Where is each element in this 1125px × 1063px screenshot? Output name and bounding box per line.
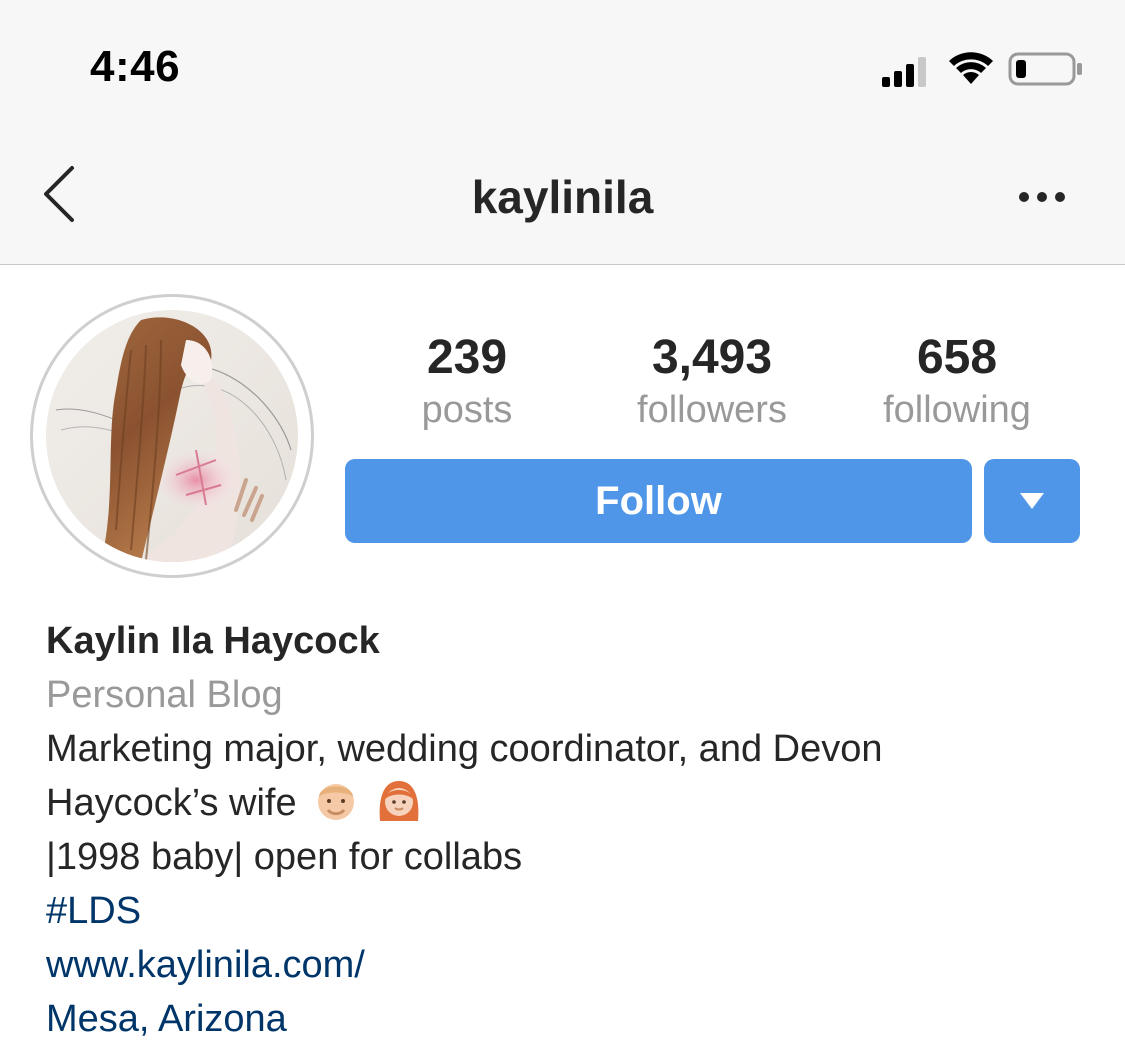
wifi-icon	[949, 52, 993, 84]
location-link[interactable]: Mesa, Arizona	[46, 992, 1106, 1046]
stat-posts[interactable]: 239 posts	[367, 330, 567, 434]
bio-line-3: |1998 baby| open for collabs	[46, 836, 523, 878]
website-link[interactable]: www.kaylinila.com/	[46, 938, 1106, 992]
more-horizontal-icon[interactable]	[1014, 180, 1070, 214]
followers-label: followers	[637, 389, 787, 431]
avatar[interactable]	[46, 310, 298, 562]
cellular-signal-icon	[882, 57, 926, 87]
bio-line-1: Marketing major, wedding coordinator, an…	[46, 728, 883, 770]
stat-followers[interactable]: 3,493 followers	[612, 330, 812, 434]
posts-count: 239	[426, 331, 508, 384]
woman-emoji-icon	[379, 781, 419, 821]
man-emoji-icon	[318, 784, 355, 820]
follow-button[interactable]: Follow	[345, 459, 972, 543]
profile-screen: 4:46 kaylinila 239 posts 3,493 followers…	[0, 0, 1125, 1063]
profile-full-name: Kaylin Ila Haycock	[46, 620, 380, 662]
status-time: 4:46	[90, 42, 181, 91]
following-count: 658	[916, 331, 998, 384]
stat-following[interactable]: 658 following	[857, 330, 1057, 434]
posts-label: posts	[421, 389, 513, 431]
top-bar: 4:46 kaylinila	[0, 0, 1125, 265]
battery-low-icon	[1008, 52, 1082, 86]
bio-line-2-text: Haycock’s wife	[46, 782, 297, 824]
profile-bio: Kaylin Ila Haycock Personal Blog Marketi…	[46, 614, 1106, 1046]
followers-count: 3,493	[651, 331, 773, 384]
caret-down-icon	[1020, 493, 1044, 509]
profile-category: Personal Blog	[46, 674, 283, 716]
suggested-accounts-dropdown-button[interactable]	[984, 459, 1080, 543]
following-label: following	[883, 389, 1031, 431]
bio-line-2: Haycock’s wife	[46, 776, 1106, 830]
hashtag-link[interactable]: #LDS	[46, 884, 1106, 938]
page-title: kaylinila	[471, 171, 654, 223]
